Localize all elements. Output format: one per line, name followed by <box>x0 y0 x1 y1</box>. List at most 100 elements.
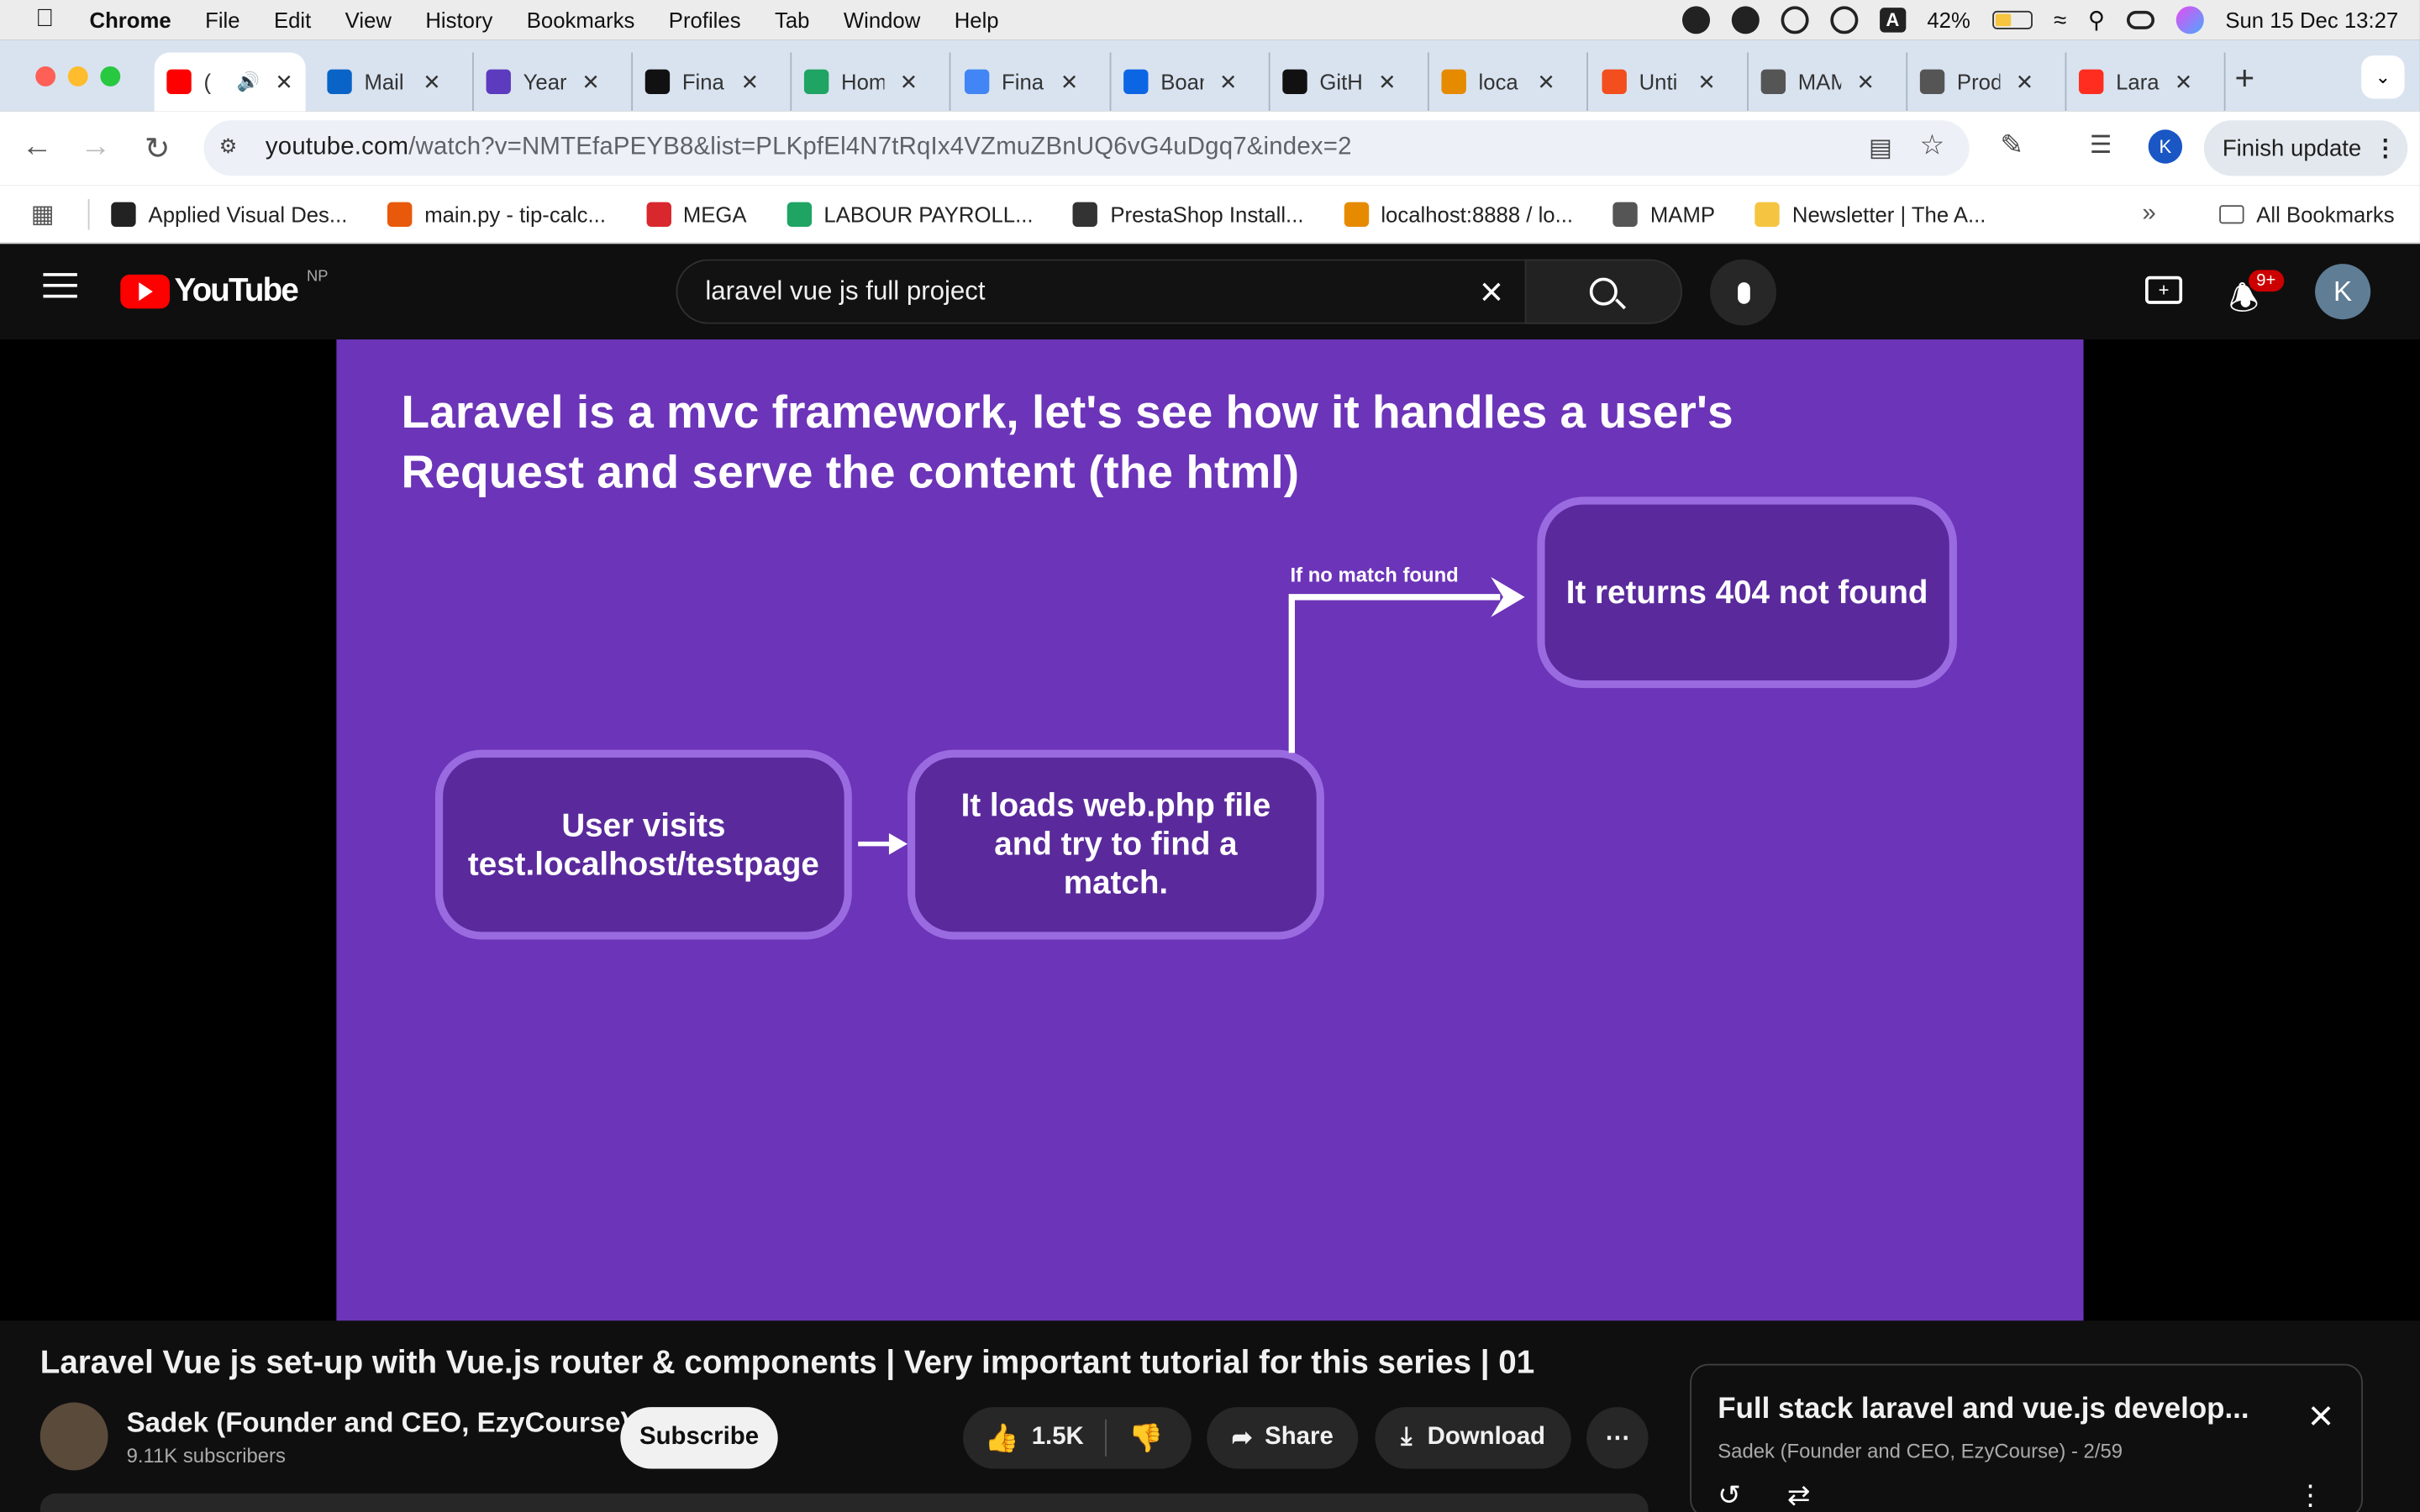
download-button[interactable]: ⤓ Download <box>1375 1407 1571 1469</box>
browser-tab[interactable]: GitH ✕ <box>1270 52 1429 112</box>
extensions-icon[interactable]: ✎ <box>2000 129 2023 162</box>
close-tab-icon[interactable]: ✕ <box>1219 69 1238 95</box>
apple-menu-icon[interactable]:  <box>0 6 90 34</box>
bookmark-item[interactable]: Newsletter | The A... <box>1754 201 1986 227</box>
menu-tab[interactable]: Tab <box>775 8 809 32</box>
zoom-window-button[interactable] <box>100 66 121 87</box>
user-account-icon[interactable] <box>1830 6 1859 34</box>
close-tab-icon[interactable]: ✕ <box>275 69 293 95</box>
browser-tab[interactable]: Lara ✕ <box>2066 52 2226 112</box>
bookmark-item[interactable]: localhost:8888 / lo... <box>1344 201 1573 227</box>
browser-tab[interactable]: Unti ✕ <box>1590 52 1749 112</box>
playlist-title[interactable]: Full stack laravel and vue.js develop... <box>1718 1394 2249 1427</box>
bookmark-item[interactable]: LABOUR PAYROLL... <box>786 201 1034 227</box>
browser-tab[interactable]: MAM ✕ <box>1749 52 1908 112</box>
wifi-icon[interactable]: ≈ <box>2054 7 2066 33</box>
battery-icon[interactable] <box>1991 10 2033 29</box>
close-tab-icon[interactable]: ✕ <box>741 69 760 95</box>
more-menu-icon[interactable]: ⋮ <box>2374 134 2397 162</box>
menu-view[interactable]: View <box>345 8 392 32</box>
browser-tab[interactable]: loca ✕ <box>1429 52 1588 112</box>
close-tab-icon[interactable]: ✕ <box>581 69 600 95</box>
reload-icon[interactable]: ↻ <box>139 129 176 168</box>
siri-icon[interactable] <box>2175 6 2204 34</box>
close-tab-icon[interactable]: ✕ <box>423 69 441 95</box>
close-window-button[interactable] <box>35 66 56 87</box>
close-tab-icon[interactable]: ✕ <box>1857 69 1876 95</box>
tab-search-icon[interactable]: ⌄ <box>2361 55 2405 99</box>
menu-window[interactable]: Window <box>844 8 920 32</box>
close-tab-icon[interactable]: ✕ <box>1060 69 1079 95</box>
subscribe-button[interactable]: Subscribe <box>620 1407 778 1469</box>
playlist-channel[interactable]: Sadek (Founder and CEO, EzyCourse) <box>1718 1440 2065 1463</box>
minimize-window-button[interactable] <box>67 66 88 87</box>
site-info-icon[interactable]: ⚙ <box>219 134 247 162</box>
close-playlist-icon[interactable]: × <box>2308 1394 2333 1436</box>
address-bar[interactable]: ⚙ youtube.com/watch?v=NMTEfaPEYB8&list=P… <box>203 120 1970 176</box>
menu-help[interactable]: Help <box>955 8 999 32</box>
browser-tab[interactable]: Mail ✕ <box>315 52 474 112</box>
creative-cloud-icon[interactable] <box>1681 6 1711 34</box>
menu-history[interactable]: History <box>425 8 492 32</box>
skype-icon[interactable] <box>1731 6 1760 34</box>
search-input[interactable]: laravel vue js full project × <box>676 259 1525 324</box>
spotlight-search-icon[interactable]: ⚲ <box>2088 6 2105 34</box>
channel-avatar[interactable] <box>39 1402 108 1471</box>
browser-tab[interactable]: (🔊 ✕ <box>154 52 306 112</box>
more-actions-button[interactable]: ⋯ <box>1586 1407 1649 1469</box>
bookmark-item[interactable]: MEGA <box>645 201 747 227</box>
bookmark-item[interactable]: PrestaShop Install... <box>1073 201 1303 227</box>
like-count[interactable]: 1.5K <box>1032 1424 1084 1452</box>
media-play-icon[interactable] <box>1781 6 1809 34</box>
close-tab-icon[interactable]: ✕ <box>2175 69 2193 95</box>
bookmark-item[interactable]: Applied Visual Des... <box>111 201 347 227</box>
menu-bookmarks[interactable]: Bookmarks <box>527 8 635 32</box>
account-avatar[interactable]: K <box>2315 264 2371 320</box>
dislike-icon[interactable]: 👎 <box>1128 1422 1163 1455</box>
browser-tab[interactable]: Prod ✕ <box>1907 52 2067 112</box>
description-box[interactable] <box>39 1493 1649 1512</box>
forward-icon[interactable]: → <box>77 129 114 165</box>
browser-tab[interactable]: Hom ✕ <box>792 52 951 112</box>
back-icon[interactable]: ← <box>18 129 55 165</box>
menu-file[interactable]: File <box>205 8 239 32</box>
clear-search-icon[interactable]: × <box>1480 269 1503 317</box>
new-tab-icon[interactable]: + <box>2235 59 2255 99</box>
clock[interactable]: Sun 15 Dec 13:27 <box>2225 8 2398 32</box>
close-tab-icon[interactable]: ✕ <box>1378 69 1397 95</box>
profile-avatar[interactable]: K <box>2148 129 2183 164</box>
loop-icon[interactable]: ↺ <box>1718 1479 1741 1512</box>
close-tab-icon[interactable]: ✕ <box>2016 69 2034 95</box>
more-bookmarks-icon[interactable]: » <box>2142 200 2155 228</box>
bookmark-item[interactable]: main.py - tip-calc... <box>387 201 606 227</box>
input-source-icon[interactable]: A <box>1880 8 1906 33</box>
browser-tab[interactable]: Fina ✕ <box>633 52 792 112</box>
create-video-icon[interactable]: + <box>2145 276 2183 304</box>
hamburger-menu-icon[interactable] <box>43 273 77 298</box>
install-app-icon[interactable]: ▤ <box>1869 133 1892 164</box>
share-button[interactable]: ➦ Share <box>1207 1407 1359 1469</box>
browser-tab[interactable]: Year ✕ <box>474 52 634 112</box>
shuffle-icon[interactable]: ⇄ <box>1787 1479 1811 1512</box>
youtube-logo[interactable]: YouTube NP <box>120 268 329 310</box>
finish-update-button[interactable]: Finish update ⋮ <box>2203 120 2408 176</box>
video-frame-slide[interactable]: Laravel is a mvc framework, let's see ho… <box>336 339 2084 1321</box>
voice-search-button[interactable] <box>1710 259 1777 326</box>
playlist-menu-icon[interactable]: ⋮ <box>2296 1479 2324 1512</box>
search-button[interactable] <box>1524 259 1683 324</box>
bookmark-item[interactable]: MAMP <box>1612 201 1715 227</box>
media-controls-icon[interactable]: ☰ <box>2090 129 2112 160</box>
browser-tab[interactable]: Fina ✕ <box>952 52 1112 112</box>
close-tab-icon[interactable]: ✕ <box>1537 69 1555 95</box>
apps-grid-icon[interactable]: ▦ <box>31 198 55 229</box>
control-center-icon[interactable] <box>2126 10 2154 29</box>
audio-playing-icon[interactable]: 🔊 <box>237 71 260 92</box>
menu-edit[interactable]: Edit <box>274 8 311 32</box>
like-icon[interactable]: 👍 <box>985 1422 1019 1455</box>
channel-name[interactable]: Sadek (Founder and CEO, EzyCourse) <box>127 1407 630 1440</box>
close-tab-icon[interactable]: ✕ <box>1697 69 1716 95</box>
browser-tab[interactable]: Boar ✕ <box>1111 52 1270 112</box>
menu-profiles[interactable]: Profiles <box>669 8 741 32</box>
bookmark-star-icon[interactable]: ☆ <box>1920 129 1945 162</box>
all-bookmarks-folder[interactable]: All Bookmarks <box>2219 202 2395 226</box>
